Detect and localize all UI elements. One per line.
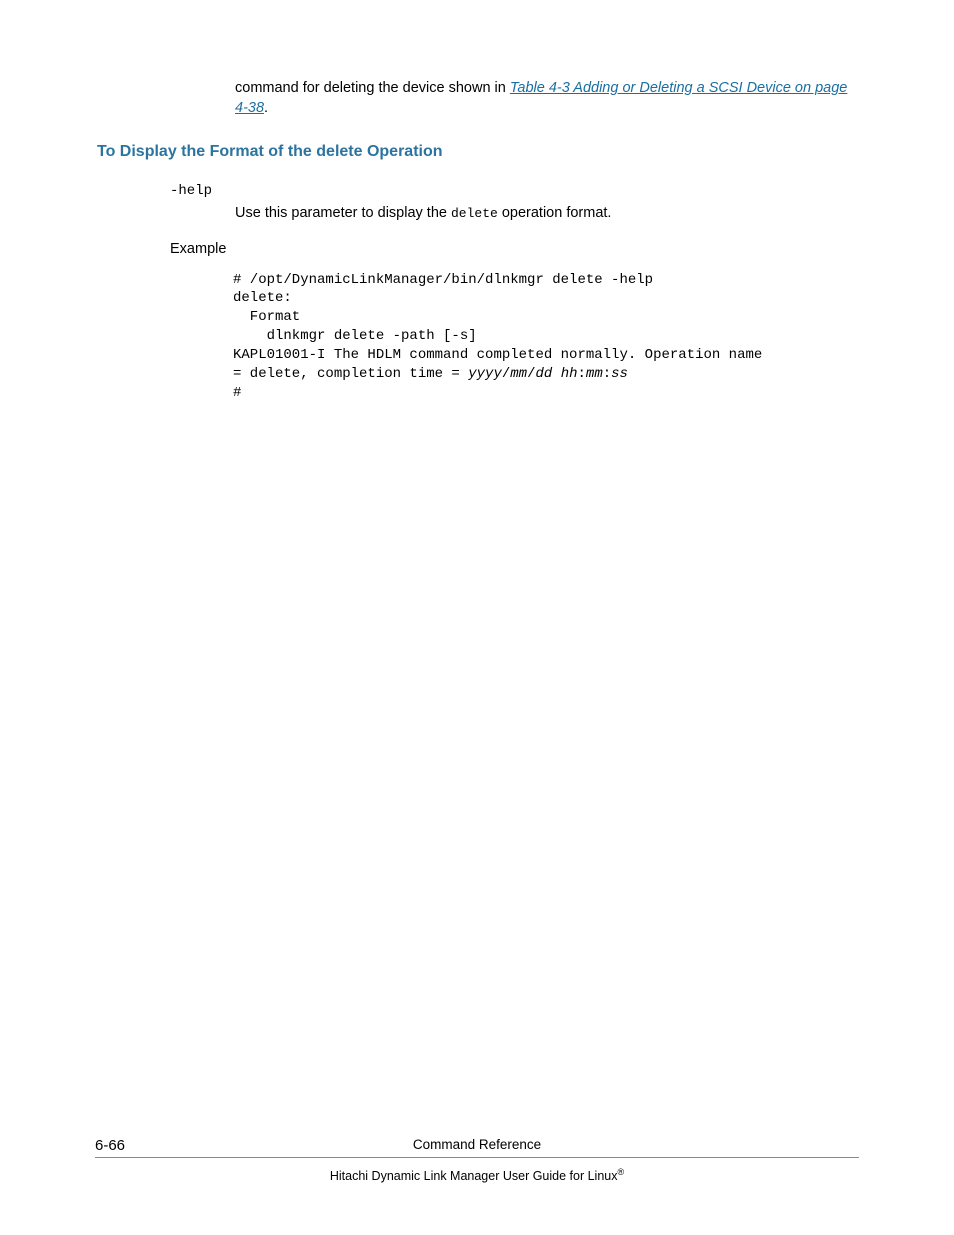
code-slash1: / (502, 366, 510, 382)
code-line-2: delete: (233, 290, 292, 306)
page-number: 6-66 (95, 1137, 125, 1154)
code-line-6-before: = delete, completion time = (233, 366, 468, 382)
code-mm: mm (510, 366, 527, 382)
code-block: # /opt/DynamicLinkManager/bin/dlnkmgr de… (233, 271, 859, 403)
code-colon1: : (578, 366, 586, 382)
page-footer: 6-66 Command Reference Hitachi Dynamic L… (0, 1137, 954, 1183)
code-dd: dd (535, 366, 552, 382)
section-heading: To Display the Format of the delete Oper… (97, 143, 859, 161)
intro-text-after: . (264, 100, 268, 116)
param-desc-code: delete (451, 206, 498, 221)
intro-text-before: command for deleting the device shown in (235, 80, 510, 96)
code-mm2: mm (586, 366, 603, 382)
parameter-description: Use this parameter to display the delete… (235, 205, 859, 221)
code-colon2: : (603, 366, 611, 382)
footer-guide-title: Hitachi Dynamic Link Manager User Guide … (0, 1167, 954, 1183)
param-desc-before: Use this parameter to display the (235, 205, 451, 221)
parameter-name: -help (170, 183, 859, 199)
code-hh: hh (561, 366, 578, 382)
code-line-5: KAPL01001-I The HDLM command completed n… (233, 347, 771, 363)
example-label: Example (170, 241, 859, 257)
code-line-4: dlnkmgr delete -path [-s] (233, 328, 477, 344)
param-desc-after: operation format. (498, 205, 612, 221)
code-line-7: # (233, 385, 241, 401)
registered-icon: ® (617, 1167, 624, 1177)
footer-divider (95, 1157, 859, 1158)
code-ss: ss (611, 366, 628, 382)
code-yyyy: yyyy (468, 366, 502, 382)
code-space (552, 366, 560, 382)
footer-guide-text: Hitachi Dynamic Link Manager User Guide … (330, 1169, 618, 1183)
footer-section-title: Command Reference (0, 1137, 954, 1154)
code-line-3: Format (233, 309, 300, 325)
code-line-1: # /opt/DynamicLinkManager/bin/dlnkmgr de… (233, 272, 653, 288)
intro-paragraph: command for deleting the device shown in… (235, 78, 859, 119)
page-content: command for deleting the device shown in… (0, 0, 954, 403)
